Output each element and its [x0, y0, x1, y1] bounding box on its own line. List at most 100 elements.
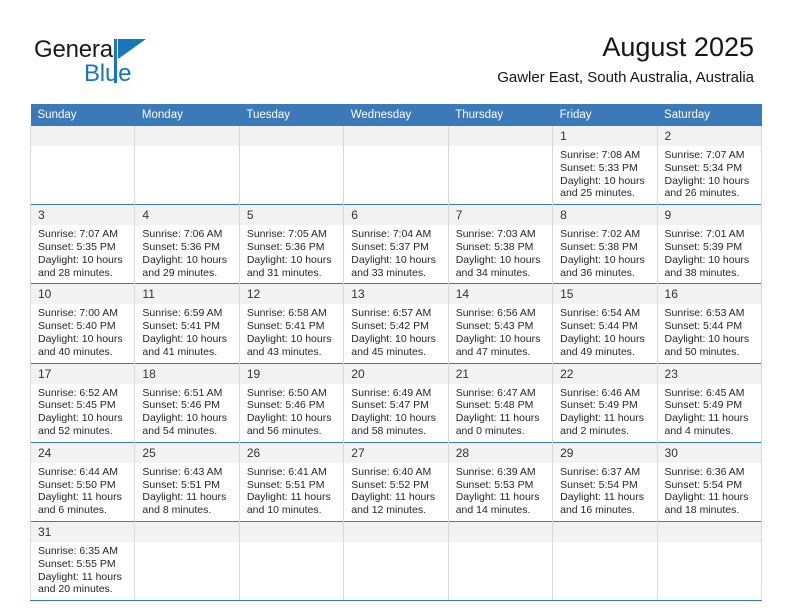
calendar-week-row: 3 Sunrise: 7:07 AM Sunset: 5:35 PM Daylight…: [29, 204, 763, 284]
daylight-duration-line2: and 58 minutes.: [351, 424, 426, 437]
calendar-day-cell[interactable]: 19 Sunrise: 6:50 AM Sunset: 5:46 PM Dayligh…: [238, 362, 345, 443]
calendar-cell-empty: [134, 126, 240, 205]
weekday-header-wednesday: Wednesday: [343, 104, 449, 126]
calendar-day-cell[interactable]: 4 Sunrise: 7:06 AM Sunset: 5:36 PM Daylight…: [134, 204, 240, 284]
calendar-day-cell[interactable]: 10 Sunrise: 7:00 AM Sunset: 5:40 PM Dayligh…: [29, 283, 136, 364]
sunset-time: Sunset: 5:47 PM: [351, 399, 429, 412]
calendar-day-cell[interactable]: 26 Sunrise: 6:41 AM Sunset: 5:51 PM Dayligh…: [238, 441, 345, 522]
day-number: 3: [31, 205, 135, 226]
daylight-duration-line2: and 52 minutes.: [38, 424, 113, 437]
calendar-day-cell[interactable]: 31 Sunrise: 6:35 AM Sunset: 5:55 PM Dayligh…: [29, 520, 136, 602]
daylight-duration-line1: Daylight: 10 hours: [664, 253, 750, 266]
calendar-cell-empty: [238, 126, 345, 205]
day-number: 16: [657, 284, 761, 305]
day-sun-info: Sunrise: 6:44 AM Sunset: 5:50 PM Daylight:…: [31, 463, 134, 521]
calendar-cell-empty: [552, 520, 658, 602]
day-number: 13: [344, 284, 448, 305]
daylight-duration-line1: Daylight: 10 hours: [455, 253, 541, 266]
daylight-duration-line1: Daylight: 10 hours: [560, 332, 645, 345]
calendar-day-cell[interactable]: 5 Sunrise: 7:05 AM Sunset: 5:36 PM Daylight…: [238, 204, 345, 284]
daylight-duration-line1: Daylight: 10 hours: [664, 174, 750, 187]
day-number: [553, 521, 657, 542]
calendar-day-cell[interactable]: 28 Sunrise: 6:39 AM Sunset: 5:53 PM Dayligh…: [447, 441, 554, 522]
sunrise-time: Sunrise: 6:45 AM: [664, 386, 745, 399]
calendar-day-cell[interactable]: 30 Sunrise: 6:36 AM Sunset: 5:54 PM Dayligh…: [656, 441, 763, 522]
day-sun-info: Sunrise: 6:37 AM Sunset: 5:54 PM Daylight:…: [553, 463, 656, 521]
calendar-day-cell[interactable]: 12 Sunrise: 6:58 AM Sunset: 5:41 PM Dayligh…: [238, 283, 345, 364]
sunset-time: Sunset: 5:46 PM: [142, 399, 221, 412]
daylight-duration-line2: and 45 minutes.: [351, 345, 426, 358]
day-number: 7: [448, 205, 553, 226]
calendar-day-cell[interactable]: 17 Sunrise: 6:52 AM Sunset: 5:45 PM Dayligh…: [29, 362, 136, 443]
general-blue-logo[interactable]: General Blue: [34, 36, 264, 92]
day-sun-info: Sunrise: 7:07 AM Sunset: 5:35 PM Daylight:…: [31, 225, 134, 283]
calendar-week-row: 31 Sunrise: 6:35 AM Sunset: 5:55 PM Dayligh…: [29, 520, 763, 602]
sunset-time: Sunset: 5:49 PM: [560, 399, 638, 412]
calendar-day-cell[interactable]: 7 Sunrise: 7:03 AM Sunset: 5:38 PM Daylight…: [447, 204, 554, 284]
calendar-day-cell[interactable]: 13 Sunrise: 6:57 AM Sunset: 5:42 PM Dayligh…: [343, 283, 449, 364]
sunset-time: Sunset: 5:44 PM: [664, 320, 743, 333]
calendar-day-cell[interactable]: 2 Sunrise: 7:07 AM Sunset: 5:34 PM Daylight…: [656, 126, 763, 205]
day-number: 27: [344, 442, 448, 463]
sunrise-time: Sunrise: 6:57 AM: [351, 307, 432, 320]
calendar-day-cell[interactable]: 15 Sunrise: 6:54 AM Sunset: 5:44 PM Dayligh…: [552, 283, 658, 364]
sunset-time: Sunset: 5:38 PM: [560, 240, 638, 253]
calendar-day-cell[interactable]: 27 Sunrise: 6:40 AM Sunset: 5:52 PM Dayligh…: [343, 441, 449, 522]
day-number: 24: [31, 442, 135, 463]
day-sun-info: Sunrise: 6:59 AM Sunset: 5:41 PM Daylight:…: [135, 304, 238, 362]
day-number: 10: [31, 284, 135, 305]
day-sun-info: Sunrise: 6:52 AM Sunset: 5:45 PM Daylight:…: [31, 384, 134, 442]
calendar-cell-empty: [238, 520, 345, 602]
sunset-time: Sunset: 5:37 PM: [351, 240, 429, 253]
calendar-week-row: 17 Sunrise: 6:52 AM Sunset: 5:45 PM Dayligh…: [29, 362, 763, 443]
calendar-week-row: 1 Sunrise: 7:08 AM Sunset: 5:33 PM Daylight…: [29, 126, 763, 205]
day-sun-info: Sunrise: 6:49 AM Sunset: 5:47 PM Daylight:…: [344, 384, 447, 442]
calendar-day-cell[interactable]: 16 Sunrise: 6:53 AM Sunset: 5:44 PM Dayligh…: [656, 283, 763, 364]
calendar-day-cell[interactable]: 20 Sunrise: 6:49 AM Sunset: 5:47 PM Dayligh…: [343, 362, 449, 443]
calendar-day-cell[interactable]: 23 Sunrise: 6:45 AM Sunset: 5:49 PM Dayligh…: [656, 362, 763, 443]
daylight-duration-line1: Daylight: 11 hours: [455, 412, 540, 425]
calendar-day-cell[interactable]: 14 Sunrise: 6:56 AM Sunset: 5:43 PM Dayligh…: [447, 283, 554, 364]
day-number: 9: [657, 205, 761, 226]
day-sun-info: Sunrise: 6:57 AM Sunset: 5:42 PM Daylight:…: [344, 304, 447, 362]
sunrise-time: Sunrise: 6:41 AM: [246, 465, 327, 478]
sunrise-time: Sunrise: 6:50 AM: [246, 386, 327, 399]
calendar-day-cell[interactable]: 9 Sunrise: 7:01 AM Sunset: 5:39 PM Daylight…: [656, 204, 763, 284]
daylight-duration-line2: and 20 minutes.: [38, 583, 113, 596]
calendar-day-cell[interactable]: 11 Sunrise: 6:59 AM Sunset: 5:41 PM Dayligh…: [134, 283, 240, 364]
day-number: [135, 521, 239, 542]
day-number: 8: [553, 205, 657, 226]
day-sun-info: Sunrise: 6:43 AM Sunset: 5:51 PM Daylight:…: [135, 463, 238, 521]
day-number: 15: [553, 284, 657, 305]
daylight-duration-line1: Daylight: 11 hours: [560, 412, 644, 425]
day-number: 17: [31, 363, 135, 384]
calendar-day-cell[interactable]: 22 Sunrise: 6:46 AM Sunset: 5:49 PM Dayligh…: [552, 362, 658, 443]
calendar-day-cell[interactable]: 29 Sunrise: 6:37 AM Sunset: 5:54 PM Dayligh…: [552, 441, 658, 522]
sunset-time: Sunset: 5:39 PM: [664, 240, 743, 253]
calendar-day-cell[interactable]: 6 Sunrise: 7:04 AM Sunset: 5:37 PM Daylight…: [343, 204, 449, 284]
sunset-time: Sunset: 5:54 PM: [664, 478, 743, 491]
calendar-day-cell[interactable]: 3 Sunrise: 7:07 AM Sunset: 5:35 PM Daylight…: [29, 204, 136, 284]
sunset-time: Sunset: 5:44 PM: [560, 320, 638, 333]
sunset-time: Sunset: 5:35 PM: [38, 240, 116, 253]
page-title: August 2025: [602, 32, 754, 62]
calendar-day-cell[interactable]: 8 Sunrise: 7:02 AM Sunset: 5:38 PM Daylight…: [552, 204, 658, 284]
sunrise-time: Sunrise: 6:47 AM: [455, 386, 536, 399]
calendar-day-cell[interactable]: 24 Sunrise: 6:44 AM Sunset: 5:50 PM Dayligh…: [29, 441, 136, 522]
day-number: 30: [657, 442, 761, 463]
calendar-day-cell[interactable]: 21 Sunrise: 6:47 AM Sunset: 5:48 PM Dayligh…: [447, 362, 554, 443]
day-number: 6: [344, 205, 448, 226]
daylight-duration-line1: Daylight: 11 hours: [38, 570, 122, 583]
calendar-day-cell[interactable]: 25 Sunrise: 6:43 AM Sunset: 5:51 PM Dayligh…: [134, 441, 240, 522]
weekday-header-friday: Friday: [552, 104, 658, 126]
daylight-duration-line2: and 31 minutes.: [246, 266, 322, 279]
day-number: 22: [553, 363, 657, 384]
sunrise-time: Sunrise: 6:53 AM: [664, 307, 745, 320]
weekday-header-thursday: Thursday: [448, 104, 553, 126]
calendar-day-cell[interactable]: 18 Sunrise: 6:51 AM Sunset: 5:46 PM Dayligh…: [134, 362, 240, 443]
sunset-time: Sunset: 5:55 PM: [38, 557, 116, 570]
day-number: 18: [135, 363, 239, 384]
day-sun-info: Sunrise: 6:51 AM Sunset: 5:46 PM Daylight:…: [135, 384, 238, 442]
calendar-day-cell[interactable]: 1 Sunrise: 7:08 AM Sunset: 5:33 PM Daylight…: [552, 126, 658, 205]
sunset-time: Sunset: 5:36 PM: [246, 240, 325, 253]
